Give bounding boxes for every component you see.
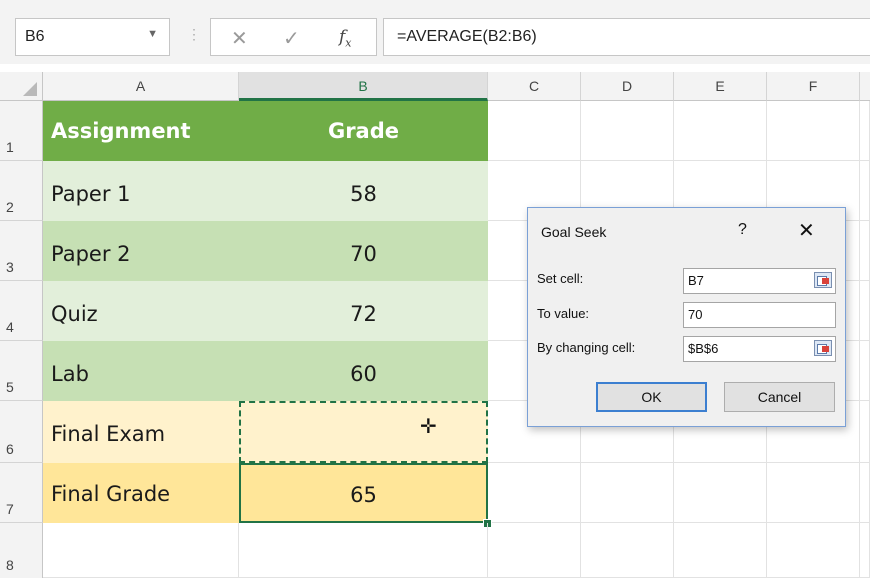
cancel-button[interactable]: Cancel <box>724 382 835 412</box>
drag-handle-icon[interactable]: ⋮ <box>187 26 201 43</box>
check-icon[interactable]: ✓ <box>283 26 300 51</box>
cell-e7[interactable] <box>674 463 767 523</box>
cell-e1[interactable] <box>674 101 767 161</box>
cell-a4[interactable]: Quiz <box>43 281 239 341</box>
dialog-title: Goal Seek <box>541 224 607 240</box>
cell-c7[interactable] <box>488 463 581 523</box>
row-header-1[interactable]: 1 <box>0 101 43 161</box>
cell-a7[interactable]: Final Grade <box>43 463 239 523</box>
insert-function-icon[interactable]: fx <box>339 27 352 49</box>
formula-input[interactable]: =AVERAGE(B2:B6) <box>383 18 870 56</box>
column-header-d[interactable]: D <box>581 72 674 101</box>
row-header-7[interactable]: 7 <box>0 463 43 523</box>
set-cell-label: Set cell: <box>537 271 584 286</box>
range-select-icon[interactable] <box>814 272 832 288</box>
formula-bar: B6 ▼ ⋮ ✕ ✓ fx =AVERAGE(B2:B6) <box>0 0 870 64</box>
select-all-corner[interactable] <box>0 72 43 101</box>
column-header-e[interactable]: E <box>674 72 767 101</box>
ok-button[interactable]: OK <box>596 382 707 412</box>
cell-d1[interactable] <box>581 101 674 161</box>
cell-b2[interactable]: 58 <box>239 161 488 221</box>
column-header-c[interactable]: C <box>488 72 581 101</box>
cell-e8[interactable] <box>674 523 767 578</box>
row-header-3[interactable]: 3 <box>0 221 43 281</box>
row-header-2[interactable]: 2 <box>0 161 43 221</box>
name-box[interactable]: B6 ▼ <box>15 18 170 56</box>
cell-b7[interactable]: 65 <box>239 463 488 523</box>
cell-f8[interactable] <box>767 523 860 578</box>
cell-g3[interactable] <box>860 221 870 281</box>
cell-b3[interactable]: 70 <box>239 221 488 281</box>
cell-d7[interactable] <box>581 463 674 523</box>
to-value-field[interactable]: 70 <box>683 302 836 328</box>
row-header-6[interactable]: 6 <box>0 401 43 463</box>
cell-a1[interactable]: Assignment <box>43 101 239 161</box>
cell-b8[interactable] <box>239 523 488 578</box>
cell-f1[interactable] <box>767 101 860 161</box>
cell-b5[interactable]: 60 <box>239 341 488 401</box>
cell-b1[interactable]: Grade <box>239 101 488 161</box>
close-icon[interactable]: ✕ <box>798 218 815 243</box>
column-header-b[interactable]: B <box>239 72 488 101</box>
changing-cell-field[interactable]: $B$6 <box>683 336 836 362</box>
help-icon[interactable]: ? <box>738 221 747 239</box>
column-header-g[interactable] <box>860 72 870 101</box>
cell-g7[interactable] <box>860 463 870 523</box>
cursor-icon: ✛ <box>420 414 437 438</box>
cell-g5[interactable] <box>860 341 870 401</box>
row-header-4[interactable]: 4 <box>0 281 43 341</box>
cell-a3[interactable]: Paper 2 <box>43 221 239 281</box>
cell-c8[interactable] <box>488 523 581 578</box>
cell-f7[interactable] <box>767 463 860 523</box>
cell-b4[interactable]: 72 <box>239 281 488 341</box>
cell-a5[interactable]: Lab <box>43 341 239 401</box>
to-value-label: To value: <box>537 306 590 321</box>
cell-g2[interactable] <box>860 161 870 221</box>
cell-a8[interactable] <box>43 523 239 578</box>
cell-b6[interactable] <box>239 401 488 463</box>
column-header-a[interactable]: A <box>43 72 239 101</box>
cell-d8[interactable] <box>581 523 674 578</box>
column-header-f[interactable]: F <box>767 72 860 101</box>
changing-cell-label: By changing cell: <box>537 340 636 355</box>
cell-g1[interactable] <box>860 101 870 161</box>
row-header-5[interactable]: 5 <box>0 341 43 401</box>
cell-g6[interactable] <box>860 401 870 463</box>
formula-buttons: ✕ ✓ fx <box>210 18 377 56</box>
cell-a2[interactable]: Paper 1 <box>43 161 239 221</box>
close-icon[interactable]: ✕ <box>231 26 248 51</box>
set-cell-field[interactable]: B7 <box>683 268 836 294</box>
row-header-8[interactable]: 8 <box>0 523 43 578</box>
formula-text: =AVERAGE(B2:B6) <box>397 28 537 45</box>
range-select-icon[interactable] <box>814 340 832 356</box>
cell-g4[interactable] <box>860 281 870 341</box>
cell-a6[interactable]: Final Exam <box>43 401 239 463</box>
goal-seek-dialog: Goal Seek ? ✕ Set cell: B7 To value: 70 … <box>527 207 846 427</box>
cell-g8[interactable] <box>860 523 870 578</box>
cell-c1[interactable] <box>488 101 581 161</box>
name-box-value: B6 <box>25 28 45 45</box>
chevron-down-icon[interactable]: ▼ <box>147 28 158 40</box>
